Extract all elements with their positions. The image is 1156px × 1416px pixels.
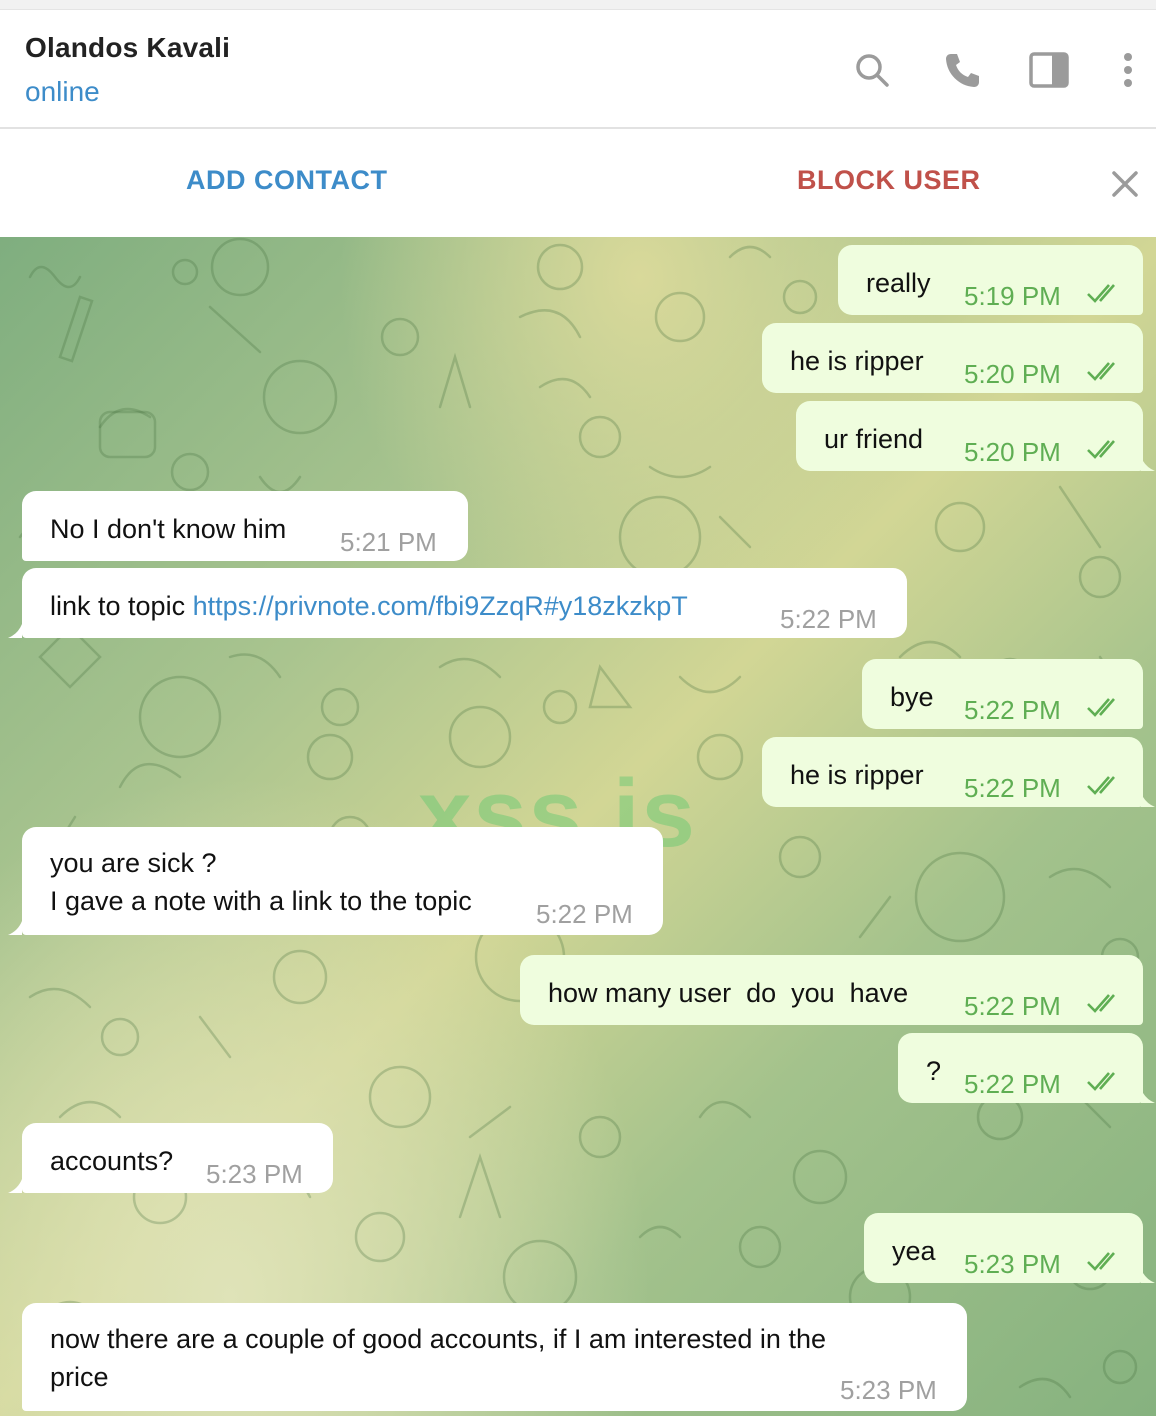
- message-time: 5:19 PM: [964, 281, 1061, 311]
- message-time: 5:23 PM: [840, 1375, 937, 1405]
- double-check-icon: [1087, 698, 1115, 717]
- double-check-icon: [1087, 776, 1115, 795]
- message-text-prefix: link to topic: [50, 591, 193, 621]
- message-outgoing[interactable]: he is ripper 5:20 PM: [762, 323, 1143, 393]
- bubble-tail: [1141, 1269, 1155, 1283]
- message-text: No I don't know him: [50, 514, 287, 544]
- more-vertical-icon[interactable]: [1106, 48, 1150, 92]
- message-incoming[interactable]: accounts? 5:23 PM: [8, 1123, 333, 1193]
- message-text: bye: [890, 682, 934, 712]
- message-text: yea: [892, 1236, 936, 1266]
- message-text: link to topic https://privnote.com/fbi9Z…: [50, 587, 688, 625]
- bubble-tail: [1141, 1089, 1155, 1103]
- message-text: accounts?: [50, 1146, 174, 1176]
- phone-icon[interactable]: [940, 48, 984, 92]
- message-time: 5:20 PM: [964, 359, 1061, 389]
- message-text: he is ripper: [790, 760, 924, 790]
- message-text-line-1: you are sick ?: [50, 848, 217, 878]
- bubble-tail: [8, 1179, 22, 1193]
- message-text: how many user do you have: [548, 978, 909, 1008]
- sidebar-toggle-icon[interactable]: [1027, 48, 1071, 92]
- message-outgoing[interactable]: how many user do you have 5:22 PM: [520, 955, 1143, 1025]
- message-incoming[interactable]: No I don't know him 5:21 PM: [22, 491, 468, 561]
- double-check-icon: [1087, 284, 1115, 303]
- message-text: ?: [926, 1056, 942, 1086]
- message-time: 5:22 PM: [536, 899, 633, 929]
- message-time: 5:22 PM: [964, 991, 1061, 1021]
- double-check-icon: [1087, 440, 1115, 459]
- message-text-line-2: price: [50, 1362, 109, 1392]
- message-outgoing[interactable]: bye 5:22 PM: [862, 659, 1143, 729]
- block-user-button[interactable]: BLOCK USER: [797, 165, 981, 196]
- message-outgoing[interactable]: he is ripper 5:22 PM: [762, 737, 1155, 807]
- contact-status: online: [25, 76, 100, 107]
- double-check-icon: [1087, 1072, 1115, 1091]
- search-icon[interactable]: [850, 48, 894, 92]
- window-top-strip: [0, 0, 1156, 10]
- new-contact-action-bar: ADD CONTACT BLOCK USER: [0, 129, 1156, 237]
- message-time: 5:22 PM: [780, 604, 877, 634]
- message-incoming[interactable]: link to topic https://privnote.com/fbi9Z…: [8, 568, 907, 638]
- close-icon[interactable]: [1106, 165, 1144, 203]
- message-outgoing[interactable]: ur friend 5:20 PM: [796, 401, 1155, 471]
- message-time: 5:23 PM: [964, 1249, 1061, 1279]
- message-text-line-2: I gave a note with a link to the topic: [50, 886, 472, 916]
- message-text-line-1: now there are a couple of good accounts,…: [50, 1324, 826, 1354]
- message-outgoing[interactable]: really 5:19 PM: [838, 245, 1143, 315]
- message-incoming[interactable]: you are sick ? I gave a note with a link…: [8, 827, 663, 935]
- bubble-tail: [8, 624, 22, 638]
- bubble-tail: [1141, 457, 1155, 471]
- chat-header: Olandos Kavali online: [0, 10, 1156, 129]
- message-outgoing[interactable]: ? 5:22 PM: [898, 1033, 1155, 1103]
- message-time: 5:22 PM: [964, 1069, 1061, 1099]
- message-link[interactable]: https://privnote.com/fbi9ZzqR#y18zkzkpT: [193, 591, 688, 621]
- message-time: 5:22 PM: [964, 773, 1061, 803]
- message-text: really: [866, 268, 931, 298]
- message-incoming[interactable]: now there are a couple of good accounts,…: [22, 1303, 967, 1411]
- double-check-icon: [1087, 362, 1115, 381]
- message-time: 5:20 PM: [964, 437, 1061, 467]
- message-time: 5:23 PM: [206, 1159, 303, 1189]
- double-check-icon: [1087, 1252, 1115, 1271]
- double-check-icon: [1087, 994, 1115, 1013]
- message-text: ur friend: [824, 424, 924, 454]
- bubble-tail: [1141, 793, 1155, 807]
- message-outgoing[interactable]: yea 5:23 PM: [864, 1213, 1155, 1283]
- contact-name[interactable]: Olandos Kavali: [25, 32, 230, 64]
- chat-message-list[interactable]: xss.is really 5:19 PM he is ripper 5:20 …: [0, 237, 1156, 1416]
- message-time: 5:22 PM: [964, 695, 1061, 725]
- bubble-tail: [8, 921, 22, 935]
- add-contact-button[interactable]: ADD CONTACT: [186, 165, 387, 196]
- message-text: he is ripper: [790, 346, 924, 376]
- message-time: 5:21 PM: [340, 527, 437, 557]
